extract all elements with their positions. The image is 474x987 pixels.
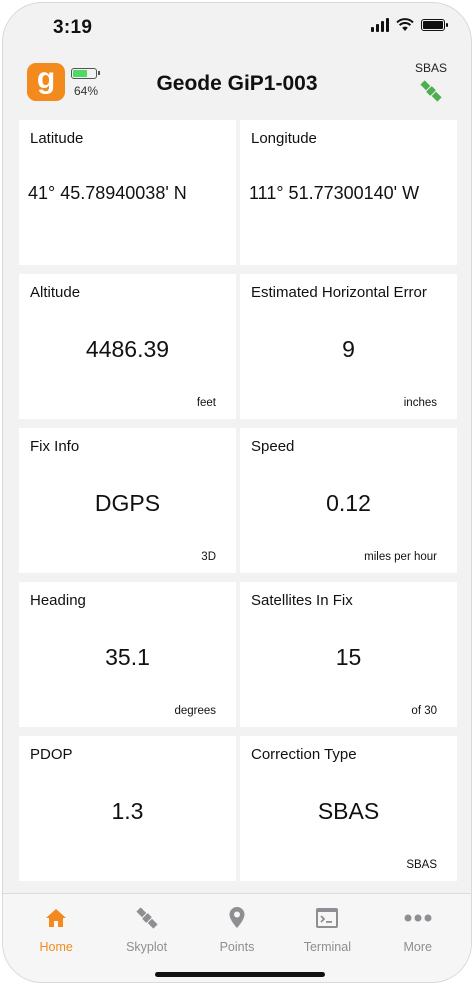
- card-label: PDOP: [30, 746, 73, 763]
- card-value: 15: [335, 644, 362, 670]
- correction-status-label: SBAS: [414, 61, 447, 75]
- card-label: Correction Type: [251, 746, 357, 763]
- phone-frame: 3:19 g 64% Geode GiP1-003 SBAS Latitude …: [2, 2, 472, 983]
- card-heading: Heading 35.1 degrees: [19, 582, 236, 727]
- card-latitude: Latitude 41° 45.78940038' N: [19, 120, 236, 265]
- card-value: 1.3: [111, 798, 144, 824]
- card-label: Altitude: [30, 284, 81, 301]
- card-unit: SBAS: [406, 859, 437, 871]
- more-dots-icon: [404, 914, 432, 922]
- card-unit: feet: [196, 397, 216, 409]
- tab-terminal[interactable]: Terminal: [285, 894, 369, 954]
- tab-bar: Home Skyplot Points Terminal More: [3, 893, 471, 982]
- card-unit: miles per hour: [364, 551, 437, 563]
- card-label: Latitude: [30, 130, 84, 147]
- tab-label: Terminal: [303, 940, 351, 954]
- home-icon: [46, 909, 67, 927]
- terminal-icon: [316, 908, 339, 928]
- system-icons: [371, 18, 448, 32]
- card-label: Estimated Horizontal Error: [251, 284, 427, 301]
- device-title: Geode GiP1-003: [156, 72, 318, 95]
- tab-label: Home: [39, 940, 73, 954]
- card-unit: degrees: [174, 705, 216, 717]
- card-altitude: Altitude 4486.39 feet: [19, 274, 236, 419]
- tab-points[interactable]: Points: [195, 894, 279, 954]
- card-label: Longitude: [251, 130, 317, 147]
- card-unit: 3D: [201, 551, 216, 563]
- tab-home[interactable]: Home: [14, 894, 98, 954]
- card-horizontal-error: Estimated Horizontal Error 9 inches: [240, 274, 457, 419]
- cellular-signal-icon: [371, 18, 389, 32]
- card-value: 9: [342, 336, 355, 362]
- tab-skyplot[interactable]: Skyplot: [105, 894, 189, 954]
- card-label: Heading: [30, 592, 86, 609]
- card-value: 111° 51.77300140' W: [249, 183, 420, 203]
- card-value: 35.1: [105, 644, 150, 670]
- card-value: 0.12: [326, 490, 371, 516]
- phone-battery-icon: [421, 19, 448, 31]
- satellite-icon: [135, 907, 158, 929]
- map-pin-icon: [229, 907, 245, 928]
- correction-status[interactable]: SBAS: [411, 61, 451, 108]
- tab-more[interactable]: More: [376, 894, 460, 954]
- position-grid: Latitude 41° 45.78940038' N Longitude 11…: [19, 120, 457, 881]
- card-label: Fix Info: [30, 438, 80, 455]
- card-value: 4486.39: [85, 336, 170, 362]
- status-bar: 3:19: [3, 3, 471, 51]
- card-value: DGPS: [94, 490, 161, 516]
- card-speed: Speed 0.12 miles per hour: [240, 428, 457, 573]
- tab-label: Skyplot: [126, 940, 168, 954]
- tab-label: More: [403, 940, 432, 954]
- app-header: g 64% Geode GiP1-003 SBAS: [3, 55, 471, 113]
- card-fix-info: Fix Info DGPS 3D: [19, 428, 236, 573]
- home-indicator[interactable]: [155, 972, 325, 977]
- card-value: 41° 45.78940038' N: [28, 183, 187, 203]
- tab-label: Points: [219, 940, 255, 954]
- card-satellites-in-fix: Satellites In Fix 15 of 30: [240, 582, 457, 727]
- satellite-icon: [420, 80, 442, 102]
- card-label: Speed: [251, 438, 295, 455]
- card-value: SBAS: [317, 798, 380, 824]
- card-longitude: Longitude 111° 51.77300140' W: [240, 120, 457, 265]
- clock: 3:19: [53, 17, 93, 38]
- card-pdop: PDOP 1.3: [19, 736, 236, 881]
- wifi-icon: [396, 18, 414, 31]
- card-correction-type: Correction Type SBAS SBAS: [240, 736, 457, 881]
- card-label: Satellites In Fix: [251, 592, 353, 609]
- card-unit: of 30: [411, 705, 437, 717]
- card-unit: inches: [403, 397, 437, 409]
